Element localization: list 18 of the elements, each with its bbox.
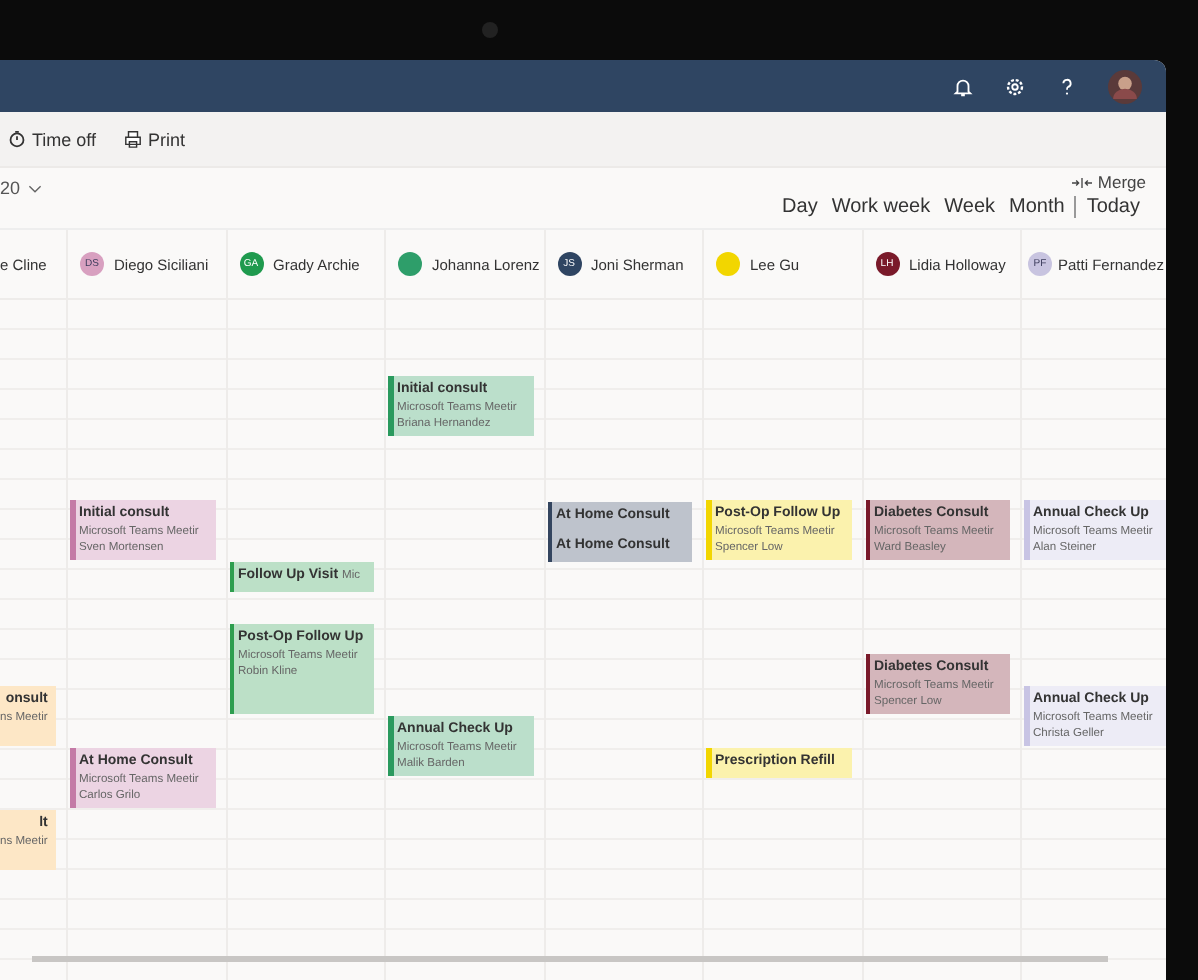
view-tab[interactable]: Week [938,192,1002,222]
camera-dot [482,22,498,38]
merge-icon [1071,177,1092,187]
avatar-icon[interactable] [1108,69,1142,103]
time-off-button[interactable]: Time off [4,127,101,151]
today-button[interactable]: Today [1080,192,1146,222]
printer-icon [124,130,143,148]
chevron-down-icon [28,183,43,193]
stopwatch-icon [8,130,26,148]
view-tab[interactable]: Work week [825,192,937,222]
view-tab[interactable]: Month [1003,192,1071,222]
print-button[interactable]: Print [120,127,190,151]
view-tab[interactable]: Day [776,192,824,222]
settings-icon[interactable] [1004,75,1026,97]
merge-button[interactable]: Merge [1071,168,1146,192]
bell-icon[interactable] [952,75,974,97]
horizontal-scrollbar[interactable] [32,956,1108,962]
date-picker[interactable]: 20 [0,168,43,198]
